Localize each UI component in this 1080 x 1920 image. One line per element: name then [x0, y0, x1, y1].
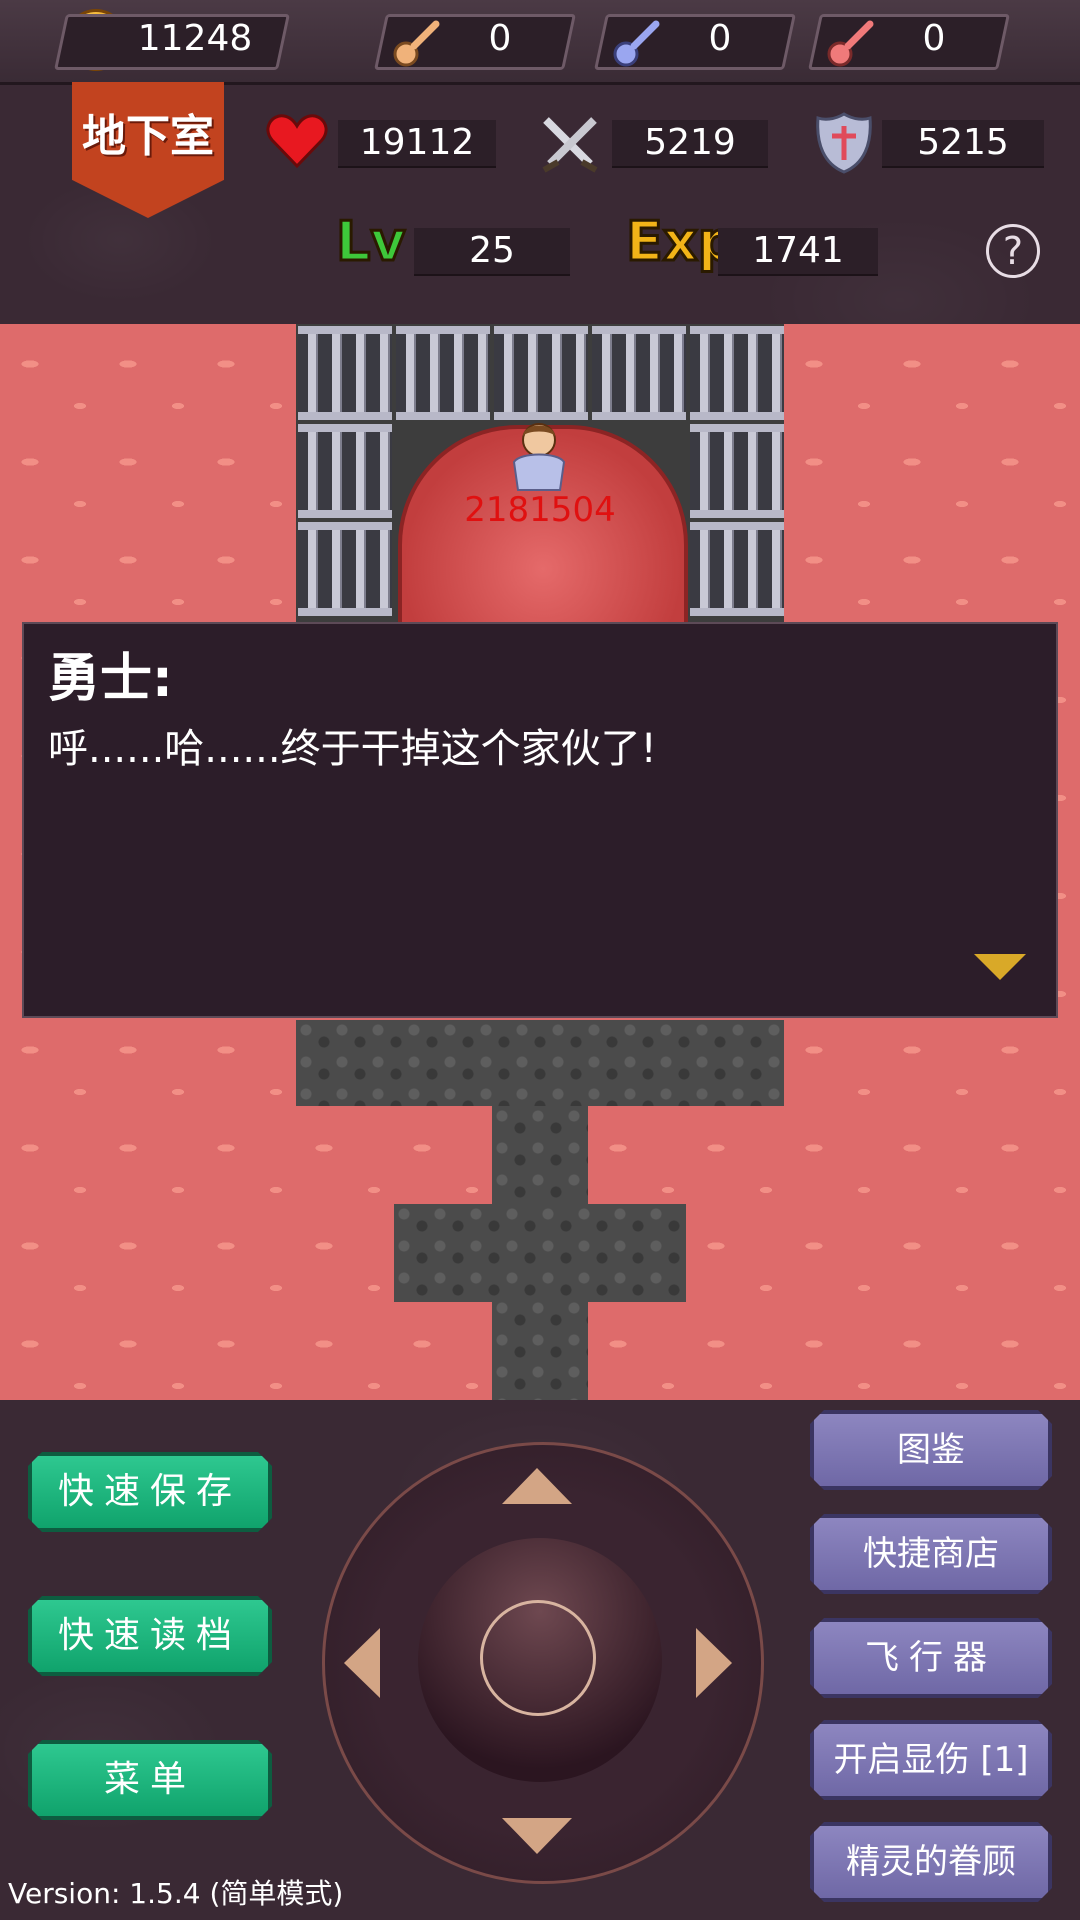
iron-bars	[298, 424, 392, 518]
iron-bars	[298, 326, 392, 420]
continue-arrow-icon[interactable]	[974, 954, 1026, 980]
fly-button[interactable]: 飞行器	[810, 1618, 1052, 1698]
heart-icon	[266, 114, 328, 169]
dialog-box[interactable]: 勇士: 呼......哈......终于干掉这个家伙了!	[22, 622, 1058, 1018]
menu-button[interactable]: 菜单	[28, 1740, 272, 1820]
version-label: Version: 1.5.4 (简单模式)	[8, 1877, 344, 1910]
quick-shop-button[interactable]: 快捷商店	[810, 1514, 1052, 1594]
red-key-count: 0	[922, 18, 946, 59]
encyclopedia-button[interactable]: 图鉴	[810, 1410, 1052, 1490]
iron-bars	[396, 326, 490, 420]
crossed-swords-icon	[542, 117, 598, 173]
attack-value: 5219	[612, 120, 768, 168]
stone-path	[296, 1020, 784, 1106]
stone-path	[394, 1204, 686, 1302]
arrow-down-icon[interactable]	[502, 1818, 572, 1854]
iron-bars	[298, 522, 392, 616]
blue-key-icon	[613, 20, 660, 67]
yellow-key-count: 0	[488, 18, 512, 59]
iron-bars	[690, 326, 784, 420]
yellow-key-icon	[393, 20, 440, 67]
arrow-up-icon[interactable]	[502, 1468, 572, 1504]
gold-counter: 11248	[137, 18, 253, 59]
damage-number: 2181504	[464, 490, 616, 530]
hero-sprite	[512, 423, 566, 491]
quick-save-button[interactable]: 快速保存	[28, 1452, 272, 1532]
level-value: 25	[414, 228, 570, 276]
spirit-favor-button[interactable]: 精灵的眷顾	[810, 1822, 1052, 1902]
iron-bars	[592, 326, 686, 420]
floor-name: 地下室	[82, 111, 214, 162]
dialog-speaker: 勇士:	[48, 649, 173, 709]
hp-value: 19112	[338, 120, 496, 168]
red-key-icon	[827, 20, 874, 67]
exp-value: 1741	[718, 228, 878, 276]
dialog-text: 呼......哈......终于干掉这个家伙了!	[48, 726, 657, 772]
blue-key-count: 0	[708, 18, 732, 59]
arrow-right-icon[interactable]	[696, 1628, 732, 1698]
defense-value: 5215	[882, 120, 1044, 168]
show-damage-button[interactable]: 开启显伤 [1]	[810, 1720, 1052, 1800]
iron-bars	[690, 522, 784, 616]
iron-bars	[690, 424, 784, 518]
iron-bars	[494, 326, 588, 420]
arrow-left-icon[interactable]	[344, 1628, 380, 1698]
shield-icon	[816, 112, 872, 174]
level-label: Lv	[335, 209, 408, 275]
quick-load-button[interactable]: 快速读档	[28, 1596, 272, 1676]
dpad-center-button[interactable]	[480, 1600, 596, 1716]
help-button[interactable]: ?	[986, 224, 1040, 278]
